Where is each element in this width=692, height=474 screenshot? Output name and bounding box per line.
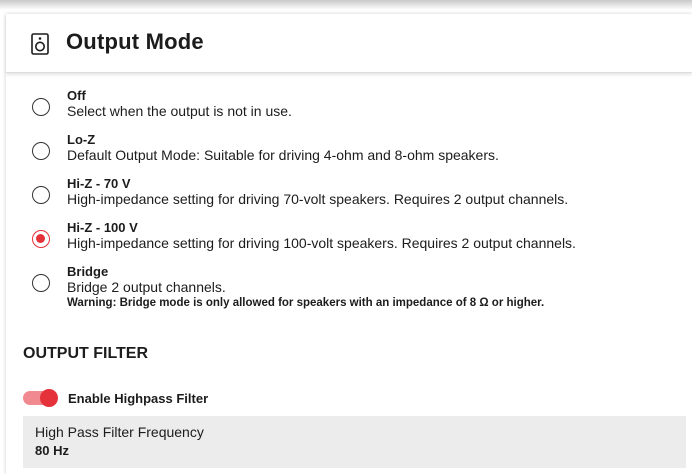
mode-option-title: Bridge bbox=[67, 264, 109, 279]
mode-option-title: Hi-Z - 100 V bbox=[67, 220, 138, 235]
mode-option-hi-z-70v[interactable]: Hi-Z - 70 V High-impedance setting for d… bbox=[6, 176, 692, 216]
highpass-filter-label: Enable Highpass Filter bbox=[68, 391, 209, 406]
window-top-edge bbox=[0, 0, 692, 10]
mode-option-bridge[interactable]: Bridge Bridge 2 output channels. Warning… bbox=[6, 264, 692, 320]
mode-option-lo-z[interactable]: Lo-Z Default Output Mode: Suitable for d… bbox=[6, 132, 692, 172]
mode-option-description: High-impedance setting for driving 100-v… bbox=[67, 235, 576, 251]
highpass-frequency-field[interactable]: High Pass Filter Frequency 80 Hz bbox=[23, 416, 686, 468]
page-title: Output Mode bbox=[66, 29, 204, 54]
mode-option-description: High-impedance setting for driving 70-vo… bbox=[67, 191, 569, 207]
radio-off[interactable] bbox=[32, 98, 50, 116]
mode-option-title: Lo-Z bbox=[67, 132, 96, 147]
output-mode-card: Output Mode Off Select when the output i… bbox=[6, 14, 692, 474]
radio-bridge[interactable] bbox=[32, 274, 50, 292]
frequency-field-label: High Pass Filter Frequency bbox=[35, 424, 204, 440]
mode-option-description: Bridge 2 output channels. bbox=[67, 279, 226, 295]
mode-option-title: Hi-Z - 70 V bbox=[67, 176, 131, 191]
card-header: Output Mode bbox=[6, 14, 692, 73]
bridge-warning: Warning: Bridge mode is only allowed for… bbox=[67, 297, 545, 309]
mode-option-description: Default Output Mode: Suitable for drivin… bbox=[67, 147, 499, 163]
highpass-filter-toggle[interactable] bbox=[23, 389, 58, 407]
mode-option-description: Select when the output is not in use. bbox=[67, 103, 292, 119]
mode-option-hi-z-100v[interactable]: Hi-Z - 100 V High-impedance setting for … bbox=[6, 220, 692, 260]
radio-hi-z-100v[interactable] bbox=[32, 230, 50, 248]
radio-hi-z-70v[interactable] bbox=[32, 186, 50, 204]
frequency-field-value: 80 Hz bbox=[35, 443, 69, 458]
toggle-knob bbox=[40, 389, 58, 407]
mode-option-title: Off bbox=[67, 88, 86, 103]
output-filter-heading: OUTPUT FILTER bbox=[23, 345, 149, 362]
mode-option-off[interactable]: Off Select when the output is not in use… bbox=[6, 88, 692, 128]
radio-lo-z[interactable] bbox=[32, 142, 50, 160]
speaker-icon bbox=[31, 33, 49, 55]
